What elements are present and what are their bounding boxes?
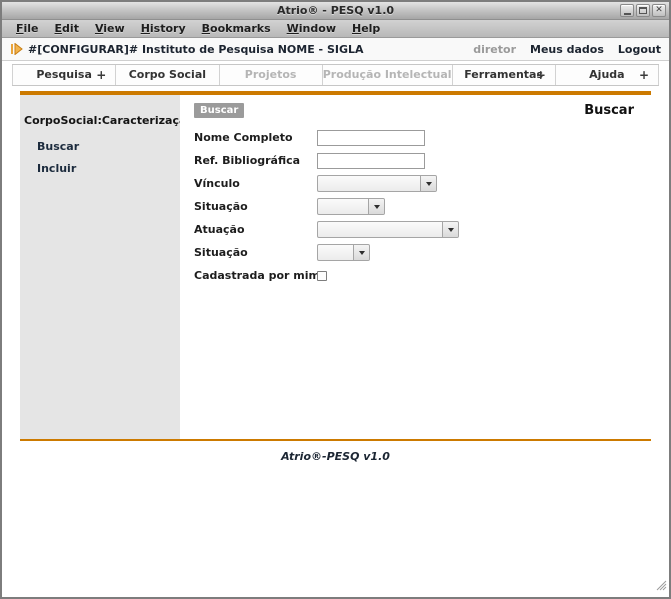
- main-header: Buscar Buscar: [194, 103, 634, 118]
- menu-help-rest: elp: [361, 22, 380, 35]
- tab-producao-intelectual-label: Produção Intelectual: [323, 68, 452, 81]
- situacao2-label: Situação: [194, 246, 317, 259]
- tab-pesquisa-label: Pesquisa: [36, 68, 92, 81]
- close-icon: ✕: [655, 6, 663, 15]
- menu-edit[interactable]: Edit: [47, 21, 87, 36]
- menu-edit-accel: E: [55, 22, 63, 35]
- menu-view-rest: iew: [103, 22, 124, 35]
- minimize-icon: [624, 13, 631, 15]
- cadastrada-por-mim-checkbox[interactable]: [317, 271, 327, 281]
- sidebar-item-buscar[interactable]: Buscar: [24, 140, 177, 153]
- situacao2-select-value: [318, 245, 353, 260]
- dropdown-arrow-button[interactable]: [442, 222, 458, 237]
- maximize-icon: [639, 7, 647, 14]
- menubar: File Edit View History Bookmarks Window …: [2, 20, 669, 38]
- plus-icon: +: [639, 65, 649, 85]
- situacao-select[interactable]: [317, 198, 385, 215]
- atuacao-label: Atuação: [194, 223, 317, 236]
- resize-grip[interactable]: [653, 576, 667, 595]
- ref-bibliografica-input[interactable]: [317, 153, 425, 169]
- form-row: Situação: [194, 241, 634, 264]
- tab-projetos-label: Projetos: [245, 68, 297, 81]
- header-bar: #[CONFIGURAR]# Instituto de Pesquisa NOM…: [2, 38, 669, 61]
- chevron-down-icon: [359, 251, 365, 255]
- tab-ferramentas-label: Ferramentas: [464, 68, 543, 81]
- tab-pesquisa[interactable]: Pesquisa +: [12, 65, 116, 85]
- buscar-badge[interactable]: Buscar: [194, 103, 244, 118]
- footer-version-text: Atrio®-PESQ v1.0: [281, 450, 390, 463]
- dropdown-arrow-button[interactable]: [368, 199, 384, 214]
- nome-completo-label: Nome Completo: [194, 131, 317, 144]
- menu-file[interactable]: File: [8, 21, 47, 36]
- tab-producao-intelectual: Produção Intelectual: [323, 65, 453, 85]
- tab-corpo-social[interactable]: Corpo Social: [116, 65, 219, 85]
- minimize-button[interactable]: [620, 4, 634, 17]
- chevron-down-icon: [374, 205, 380, 209]
- form-row: Vínculo: [194, 172, 634, 195]
- tab-ajuda-label: Ajuda: [589, 68, 624, 81]
- sidebar-item-incluir[interactable]: Incluir: [24, 162, 177, 175]
- maximize-button[interactable]: [636, 4, 650, 17]
- institute-title: #[CONFIGURAR]# Instituto de Pesquisa NOM…: [28, 43, 364, 56]
- menu-help-accel: H: [352, 22, 361, 35]
- menu-history-rest: istory: [150, 22, 186, 35]
- form-row: Nome Completo: [194, 126, 634, 149]
- dropdown-arrow-button[interactable]: [353, 245, 369, 260]
- my-data-link[interactable]: Meus dados: [530, 43, 604, 56]
- menu-edit-rest: dit: [62, 22, 79, 35]
- menu-file-accel: F: [16, 22, 24, 35]
- sidebar-section-title: CorpoSocial:Caracterização: [24, 114, 177, 127]
- situacao-select-value: [318, 199, 368, 214]
- menu-view[interactable]: View: [87, 21, 133, 36]
- content-area: CorpoSocial:Caracterização Buscar Inclui…: [20, 95, 651, 439]
- window-title: Atrio® - PESQ v1.0: [277, 4, 394, 17]
- vinculo-select-value: [318, 176, 420, 191]
- menu-window[interactable]: Window: [279, 21, 344, 36]
- app-window: Atrio® - PESQ v1.0 ✕ File Edit View Hist…: [0, 0, 671, 599]
- menu-bookmarks-accel: B: [202, 22, 210, 35]
- tab-bar: Pesquisa + Corpo Social Projetos Produção…: [12, 64, 659, 86]
- plus-icon: +: [536, 65, 546, 85]
- vinculo-select[interactable]: [317, 175, 437, 192]
- situacao-label: Situação: [194, 200, 317, 213]
- menu-window-accel: W: [287, 22, 299, 35]
- dropdown-arrow-button[interactable]: [420, 176, 436, 191]
- chevron-down-icon: [426, 182, 432, 186]
- menu-help[interactable]: Help: [344, 21, 388, 36]
- cadastrada-por-mim-label: Cadastrada por mim: [194, 269, 317, 282]
- menu-history-accel: H: [141, 22, 150, 35]
- vinculo-label: Vínculo: [194, 177, 317, 190]
- menu-bookmarks-rest: ookmarks: [210, 22, 271, 35]
- tab-corpo-social-label: Corpo Social: [129, 68, 206, 81]
- tab-ajuda[interactable]: Ajuda +: [556, 65, 659, 85]
- page-title: Buscar: [584, 103, 634, 118]
- logout-link[interactable]: Logout: [618, 43, 661, 56]
- atuacao-select-value: [318, 222, 442, 237]
- chevron-down-icon: [448, 228, 454, 232]
- footer: Atrio®-PESQ v1.0: [2, 441, 669, 464]
- plus-icon: +: [96, 65, 106, 85]
- form-row: Cadastrada por mim: [194, 264, 634, 287]
- menu-window-rest: indow: [299, 22, 336, 35]
- situacao2-select[interactable]: [317, 244, 370, 261]
- menu-bookmarks[interactable]: Bookmarks: [194, 21, 279, 36]
- form-row: Ref. Bibliográfica: [194, 149, 634, 172]
- atuacao-select[interactable]: [317, 221, 459, 238]
- config-arrow-icon: [10, 43, 23, 55]
- main-panel: Buscar Buscar Nome Completo Ref. Bibliog…: [180, 95, 651, 439]
- form-row: Situação: [194, 195, 634, 218]
- sidebar: CorpoSocial:Caracterização Buscar Inclui…: [20, 95, 180, 439]
- tab-ferramentas[interactable]: Ferramentas+: [453, 65, 556, 85]
- tab-projetos: Projetos: [220, 65, 323, 85]
- header-links: diretor Meus dados Logout: [473, 43, 661, 56]
- close-button[interactable]: ✕: [652, 4, 666, 17]
- menu-history[interactable]: History: [133, 21, 194, 36]
- nome-completo-input[interactable]: [317, 130, 425, 146]
- titlebar[interactable]: Atrio® - PESQ v1.0 ✕: [2, 2, 669, 20]
- user-role-label: diretor: [473, 43, 516, 56]
- ref-bibliografica-label: Ref. Bibliográfica: [194, 154, 317, 167]
- form-row: Atuação: [194, 218, 634, 241]
- menu-file-rest: ile: [24, 22, 39, 35]
- window-controls: ✕: [620, 4, 666, 17]
